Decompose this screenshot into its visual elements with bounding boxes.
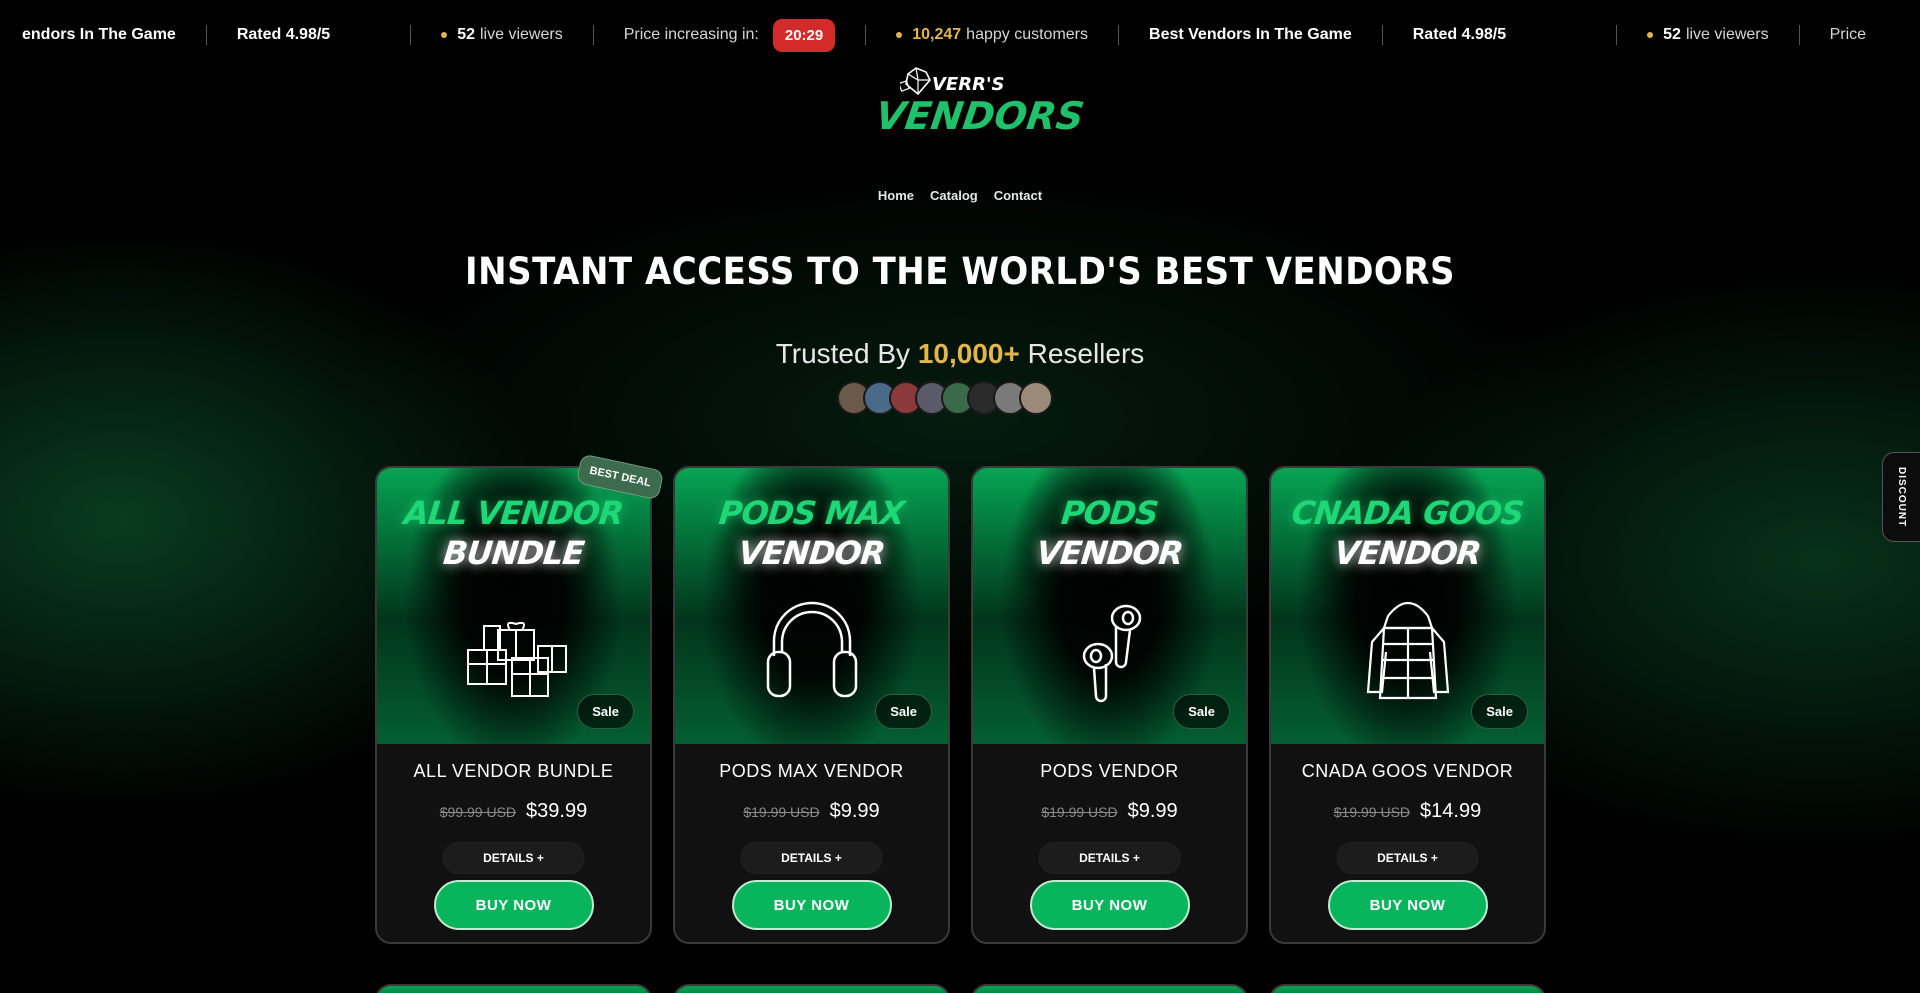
product-heading: CNADA GOOS VENDOR — [1271, 494, 1544, 572]
ticker-item-timer: Price — [1829, 26, 1867, 43]
product-name[interactable]: ALL VENDOR BUNDLE — [377, 761, 650, 782]
product-heading: ALL VENDOR BUNDLE — [377, 494, 650, 572]
product-name[interactable]: PODS VENDOR — [973, 761, 1246, 782]
original-price: $99.99 USD — [439, 804, 517, 820]
sale-badge: Sale — [875, 694, 932, 729]
details-button[interactable]: DETAILS + — [1336, 842, 1479, 874]
logo-top-text: VERR'S — [932, 74, 1005, 95]
timer-label: Price increasing in: — [623, 26, 759, 43]
ticker-item-rating: Rated 4.98/5 — [1412, 26, 1507, 43]
price-row: $19.99 USD $14.99 — [1271, 800, 1544, 823]
heading-line1: ALL VENDOR — [402, 494, 625, 532]
trusted-prefix: Trusted By — [775, 338, 911, 369]
viewer-label: live viewers — [480, 26, 563, 43]
customers-label: happy customers — [966, 26, 1089, 43]
price-row: $19.99 USD $9.99 — [675, 800, 948, 823]
customers-count: 10,247 — [912, 26, 962, 43]
product-card-peek[interactable] — [971, 984, 1248, 993]
details-button[interactable]: DETAILS + — [1038, 842, 1181, 874]
product-name[interactable]: PODS MAX VENDOR — [675, 761, 948, 782]
announcement-ticker: endors In The Game Rated 4.98/5 52 live … — [0, 0, 1920, 70]
trusted-by-text: Trusted By 10,000+ Resellers — [0, 338, 1920, 370]
details-button[interactable]: DETAILS + — [442, 842, 585, 874]
ticker-item-title: Best Vendors In The Game — [1149, 26, 1352, 43]
price-row: $19.99 USD $9.99 — [973, 800, 1246, 823]
product-card[interactable]: CNADA GOOS VENDOR Sale CNADA GOOS VENDOR… — [1269, 466, 1546, 944]
product-card[interactable]: PODS MAX VENDOR Sale PODS MAX VENDOR $19… — [673, 466, 950, 944]
ticker-item-timer: Price increasing in: 20:29 — [594, 18, 866, 52]
trusted-suffix: Resellers — [1027, 338, 1145, 369]
heading-line2: VENDOR — [1332, 534, 1483, 572]
details-button[interactable]: DETAILS + — [740, 842, 883, 874]
countdown-timer: 20:29 — [772, 18, 836, 52]
gift-boxes-icon — [377, 586, 650, 706]
buy-now-button[interactable]: BUY NOW — [433, 880, 594, 930]
heading-line2: VENDOR — [1034, 534, 1185, 572]
logo-main-text: VENDORS — [872, 94, 1087, 138]
ticker-item-customers: 10,247 happy customers — [866, 26, 1118, 44]
nav-home[interactable]: Home — [878, 188, 914, 203]
customers-dot-icon — [896, 32, 903, 38]
earbuds-icon — [973, 586, 1246, 706]
product-card[interactable]: BEST DEAL ALL VENDOR BUNDLE Sale ALL VEN… — [375, 453, 665, 944]
product-heading: PODS VENDOR — [973, 494, 1246, 572]
discount-side-tab[interactable]: DISCOUNT — [1882, 452, 1920, 542]
product-card-peek[interactable] — [375, 984, 652, 993]
heading-line1: CNADA GOOS — [1289, 494, 1526, 532]
viewer-count: 52 — [457, 26, 475, 43]
puffer-jacket-icon — [1271, 586, 1544, 706]
original-price: $19.99 USD — [1333, 804, 1411, 820]
buy-now-button[interactable]: BUY NOW — [1327, 880, 1488, 930]
diamond-icon — [900, 67, 931, 96]
trusted-count: 10,000+ — [917, 338, 1020, 369]
ticker-item-viewers: 52 live viewers — [1617, 26, 1798, 44]
main-nav: Home Catalog Contact — [0, 188, 1920, 203]
product-grid-next-row — [375, 984, 1546, 993]
product-heading: PODS MAX VENDOR — [675, 494, 948, 572]
nav-contact[interactable]: Contact — [994, 188, 1042, 203]
ticker-item-title: endors In The Game — [22, 26, 176, 43]
ticker-item-viewers: 52 live viewers — [411, 26, 592, 44]
hero-title: INSTANT ACCESS TO THE WORLD'S BEST VENDO… — [465, 250, 1455, 294]
headphones-icon — [675, 586, 948, 706]
product-name[interactable]: CNADA GOOS VENDOR — [1271, 761, 1544, 782]
sale-badge: Sale — [577, 694, 634, 729]
live-dot-icon — [1647, 32, 1654, 38]
price-row: $99.99 USD $39.99 — [377, 800, 650, 823]
sale-badge: Sale — [1471, 694, 1528, 729]
brand-logo[interactable]: VERR'S VENDORS — [870, 64, 1087, 144]
heading-line1: PODS MAX — [717, 494, 906, 532]
original-price: $19.99 USD — [1041, 804, 1118, 820]
ticker-item-rating: Rated 4.98/5 — [236, 26, 331, 43]
sale-price: $14.99 — [1420, 800, 1482, 822]
sale-price: $9.99 — [829, 800, 880, 822]
viewer-label: live viewers — [1685, 26, 1769, 43]
product-grid: BEST DEAL ALL VENDOR BUNDLE Sale ALL VEN… — [375, 453, 1546, 944]
sale-price: $9.99 — [1127, 800, 1178, 822]
heading-line2: VENDOR — [736, 534, 887, 572]
live-dot-icon — [441, 32, 448, 38]
sale-price: $39.99 — [526, 800, 588, 822]
avatar — [1019, 381, 1053, 415]
product-card[interactable]: PODS VENDOR Sale PODS VENDOR $19.99 USD … — [971, 466, 1248, 944]
original-price: $19.99 USD — [743, 804, 820, 820]
product-card-peek[interactable] — [673, 984, 950, 993]
heading-line2: BUNDLE — [441, 534, 586, 572]
customer-avatars — [837, 381, 1053, 415]
heading-line1: PODS — [1059, 494, 1160, 532]
nav-catalog[interactable]: Catalog — [930, 188, 978, 203]
buy-now-button[interactable]: BUY NOW — [1029, 880, 1190, 930]
sale-badge: Sale — [1173, 694, 1230, 729]
product-card-peek[interactable] — [1269, 984, 1546, 993]
buy-now-button[interactable]: BUY NOW — [731, 880, 892, 930]
viewer-count: 52 — [1663, 26, 1681, 43]
discount-label: DISCOUNT — [1896, 466, 1907, 528]
